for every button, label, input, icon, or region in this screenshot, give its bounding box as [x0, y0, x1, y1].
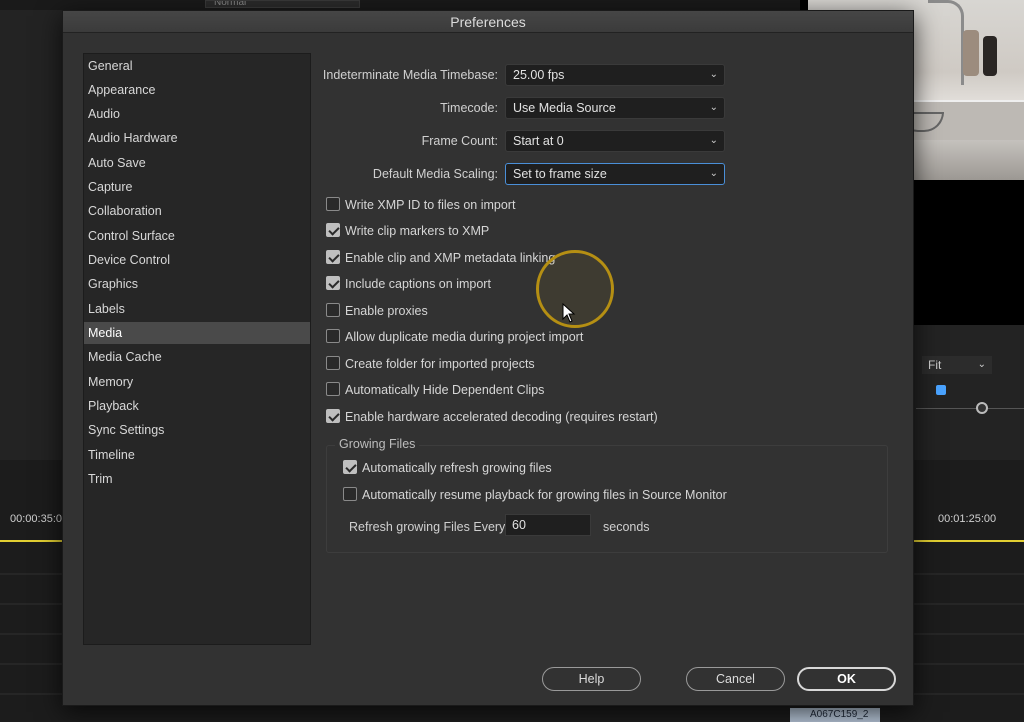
checkbox-label: Write clip markers to XMP: [345, 224, 490, 238]
cancel-button[interactable]: Cancel: [686, 667, 785, 691]
help-button[interactable]: Help: [542, 667, 641, 691]
refresh-interval-unit: seconds: [603, 520, 650, 534]
checkbox-box[interactable]: [326, 329, 340, 343]
refresh-interval-input[interactable]: 60: [505, 514, 591, 536]
sidebar-item-media-cache[interactable]: Media Cache: [84, 346, 310, 368]
blend-mode-field[interactable]: Normal: [205, 0, 360, 8]
timecode-row: Timecode:: [63, 98, 498, 118]
timebase-label: Indeterminate Media Timebase:: [322, 68, 498, 82]
timecode-value: Use Media Source: [513, 101, 616, 115]
bottle-shape: [963, 30, 979, 76]
timebase-value: 25.00 fps: [513, 68, 565, 82]
faucet-shape: [928, 0, 964, 85]
checkbox-label: Enable clip and XMP metadata linking: [345, 251, 556, 265]
checkbox-box[interactable]: [343, 487, 357, 501]
preferences-dialog: Preferences General Appearance Audio Aud…: [62, 10, 914, 706]
checkbox-box[interactable]: [326, 356, 340, 370]
growing-files-title: Growing Files: [335, 437, 420, 451]
checkbox-label: Create folder for imported projects: [345, 357, 535, 371]
checkbox-box[interactable]: [326, 409, 340, 423]
sidebar-item-device-control[interactable]: Device Control: [84, 249, 310, 271]
scaling-select[interactable]: Set to frame size ⌄: [505, 163, 725, 185]
checkbox-box[interactable]: [326, 223, 340, 237]
sidebar-item-timeline[interactable]: Timeline: [84, 444, 310, 466]
chevron-down-icon: ⌄: [709, 102, 718, 113]
chevron-down-icon: ⌄: [709, 168, 718, 179]
checkbox-label: Enable proxies: [345, 304, 428, 318]
checkbox-box[interactable]: [326, 303, 340, 317]
frame-count-select[interactable]: Start at 0 ⌄: [505, 130, 725, 152]
checkbox-label: Automatically resume playback for growin…: [362, 488, 727, 502]
checkbox-box[interactable]: [326, 382, 340, 396]
scrubber-track: [916, 408, 1024, 409]
scaling-row: Default Media Scaling:: [63, 164, 498, 184]
marker-icon[interactable]: [936, 385, 946, 395]
timebase-select[interactable]: 25.00 fps ⌄: [505, 64, 725, 86]
checkbox-label: Enable hardware accelerated decoding (re…: [345, 410, 658, 424]
sidebar-item-control-surface[interactable]: Control Surface: [84, 225, 310, 247]
checkbox-label: Write XMP ID to files on import: [345, 198, 516, 212]
scaling-label: Default Media Scaling:: [372, 167, 498, 181]
frame-count-row: Frame Count:: [63, 131, 498, 151]
chevron-down-icon: ⌄: [709, 69, 718, 80]
frame-count-label: Frame Count:: [421, 134, 498, 148]
sidebar-item-labels[interactable]: Labels: [84, 298, 310, 320]
sidebar-item-trim[interactable]: Trim: [84, 468, 310, 490]
checkbox-label: Include captions on import: [345, 277, 491, 291]
checkbox-box[interactable]: [326, 250, 340, 264]
ok-button[interactable]: OK: [797, 667, 896, 691]
chevron-down-icon: ⌄: [709, 135, 718, 146]
fit-select[interactable]: Fit ⌄: [922, 356, 992, 374]
monitor-scrubber[interactable]: [916, 385, 1024, 416]
timebase-row: Indeterminate Media Timebase:: [63, 65, 498, 85]
mouse-pointer-icon: [562, 303, 576, 323]
checkbox-box[interactable]: [326, 197, 340, 211]
work-area-bar-right: [912, 540, 1024, 542]
sidebar-item-memory[interactable]: Memory: [84, 371, 310, 393]
checkbox-box[interactable]: [326, 276, 340, 290]
sidebar-item-graphics[interactable]: Graphics: [84, 273, 310, 295]
frame-count-value: Start at 0: [513, 134, 564, 148]
chevron-down-icon: ⌄: [977, 359, 986, 370]
playhead-knob[interactable]: [976, 402, 988, 414]
sidebar-item-media[interactable]: Media: [84, 322, 310, 344]
timecode-label: Timecode:: [440, 101, 498, 115]
bottle-shape-dark: [983, 36, 997, 76]
dialog-title: Preferences: [63, 11, 913, 33]
fit-select-value: Fit: [928, 358, 942, 372]
checkbox-label: Allow duplicate media during project imp…: [345, 330, 584, 344]
timecode-select[interactable]: Use Media Source ⌄: [505, 97, 725, 119]
scaling-value: Set to frame size: [513, 167, 607, 181]
sidebar-item-playback[interactable]: Playback: [84, 395, 310, 417]
refresh-interval-label: Refresh growing Files Every: [349, 520, 506, 534]
work-area-bar-left: [0, 540, 64, 542]
sidebar-item-sync-settings[interactable]: Sync Settings: [84, 419, 310, 441]
checkbox-label: Automatically Hide Dependent Clips: [345, 383, 545, 397]
checkbox-box[interactable]: [343, 460, 357, 474]
timecode-left: 00:00:35:0: [10, 513, 62, 525]
sidebar-item-collaboration[interactable]: Collaboration: [84, 200, 310, 222]
timecode-right: 00:01:25:00: [938, 513, 997, 525]
checkbox-label: Automatically refresh growing files: [362, 461, 552, 475]
